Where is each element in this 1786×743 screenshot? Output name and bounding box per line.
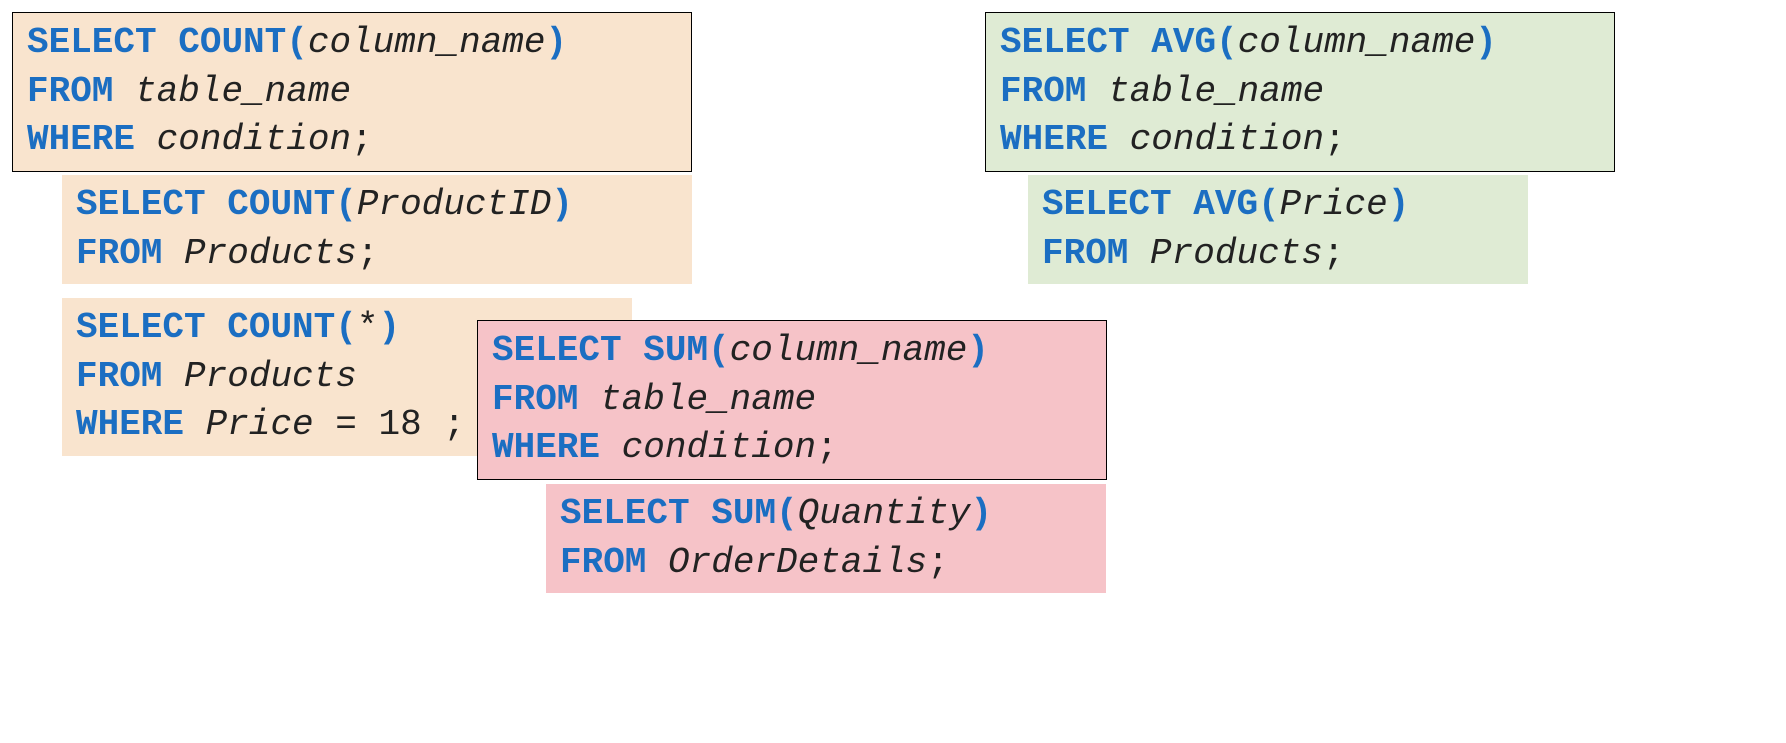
- lparen: (: [708, 330, 730, 371]
- count-syntax-box: SELECT COUNT(column_name) FROM table_nam…: [12, 12, 692, 172]
- keyword-from: FROM: [27, 71, 113, 112]
- equals: =: [335, 404, 357, 445]
- rparen: ): [967, 330, 989, 371]
- function-count: COUNT: [178, 22, 286, 63]
- lparen: (: [335, 184, 357, 225]
- keyword-from: FROM: [492, 379, 578, 420]
- star: *: [357, 307, 379, 348]
- column-productid: ProductID: [357, 184, 551, 225]
- table-products: Products: [184, 356, 357, 397]
- placeholder-column-name: column_name: [730, 330, 968, 371]
- column-price: Price: [1280, 184, 1388, 225]
- semicolon: ;: [816, 427, 838, 468]
- keyword-select: SELECT: [76, 307, 206, 348]
- placeholder-condition: condition: [622, 427, 816, 468]
- keyword-select: SELECT: [560, 493, 690, 534]
- semicolon: ;: [443, 404, 465, 445]
- sum-syntax-box: SELECT SUM(column_name) FROM table_name …: [477, 320, 1107, 480]
- table-orderdetails: OrderDetails: [668, 542, 927, 583]
- placeholder-table-name: table_name: [135, 71, 351, 112]
- keyword-from: FROM: [1000, 71, 1086, 112]
- function-sum: SUM: [711, 493, 776, 534]
- rparen: ): [378, 307, 400, 348]
- keyword-select: SELECT: [492, 330, 622, 371]
- function-sum: SUM: [643, 330, 708, 371]
- function-avg: AVG: [1151, 22, 1216, 63]
- table-products: Products: [1150, 233, 1323, 274]
- column-price: Price: [206, 404, 314, 445]
- keyword-select: SELECT: [1000, 22, 1130, 63]
- semicolon: ;: [1324, 119, 1346, 160]
- semicolon: ;: [1323, 233, 1345, 274]
- keyword-select: SELECT: [76, 184, 206, 225]
- placeholder-column-name: column_name: [308, 22, 546, 63]
- placeholder-condition: condition: [1130, 119, 1324, 160]
- keyword-from: FROM: [76, 356, 162, 397]
- placeholder-column-name: column_name: [1238, 22, 1476, 63]
- lparen: (: [286, 22, 308, 63]
- rparen: ): [970, 493, 992, 534]
- keyword-where: WHERE: [27, 119, 135, 160]
- keyword-from: FROM: [1042, 233, 1128, 274]
- rparen: ): [1388, 184, 1410, 225]
- avg-syntax-box: SELECT AVG(column_name) FROM table_name …: [985, 12, 1615, 172]
- count-productid-example: SELECT COUNT(ProductID) FROM Products;: [62, 175, 692, 284]
- column-quantity: Quantity: [798, 493, 971, 534]
- semicolon: ;: [357, 233, 379, 274]
- semicolon: ;: [351, 119, 373, 160]
- rparen: ): [551, 184, 573, 225]
- keyword-select: SELECT: [27, 22, 157, 63]
- keyword-where: WHERE: [76, 404, 184, 445]
- literal-18: 18: [379, 404, 422, 445]
- keyword-from: FROM: [560, 542, 646, 583]
- lparen: (: [1216, 22, 1238, 63]
- table-products: Products: [184, 233, 357, 274]
- keyword-where: WHERE: [492, 427, 600, 468]
- lparen: (: [335, 307, 357, 348]
- sum-quantity-example: SELECT SUM(Quantity) FROM OrderDetails;: [546, 484, 1106, 593]
- function-count: COUNT: [227, 184, 335, 225]
- keyword-select: SELECT: [1042, 184, 1172, 225]
- placeholder-condition: condition: [157, 119, 351, 160]
- semicolon: ;: [927, 542, 949, 583]
- keyword-from: FROM: [76, 233, 162, 274]
- function-count: COUNT: [227, 307, 335, 348]
- keyword-where: WHERE: [1000, 119, 1108, 160]
- placeholder-table-name: table_name: [1108, 71, 1324, 112]
- rparen: ): [546, 22, 568, 63]
- avg-price-example: SELECT AVG(Price) FROM Products;: [1028, 175, 1528, 284]
- lparen: (: [776, 493, 798, 534]
- lparen: (: [1258, 184, 1280, 225]
- rparen: ): [1475, 22, 1497, 63]
- placeholder-table-name: table_name: [600, 379, 816, 420]
- function-avg: AVG: [1193, 184, 1258, 225]
